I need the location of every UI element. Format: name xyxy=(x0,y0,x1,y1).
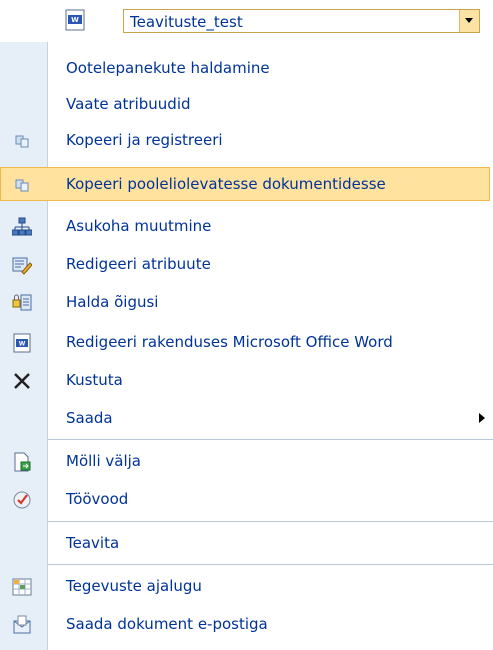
sitemap-icon xyxy=(12,217,32,236)
menu-item-label: Kustuta xyxy=(66,371,123,389)
menu-item-label: Teavita xyxy=(66,534,120,552)
copy-icon xyxy=(15,135,29,148)
menu-item-label: Saada dokument e-postiga xyxy=(66,615,268,633)
svg-text:W: W xyxy=(71,16,79,24)
history-icon xyxy=(12,578,32,596)
document-dropdown[interactable]: Teavituste_test xyxy=(123,9,480,33)
menu-item-send[interactable]: Saada xyxy=(0,401,493,437)
menu-separator xyxy=(48,521,493,522)
menu-item-label: Kopeeri ja registreeri xyxy=(66,131,223,149)
edit-properties-icon xyxy=(12,257,32,275)
title-bar: W Teavituste_test xyxy=(0,0,493,42)
permissions-icon xyxy=(12,294,32,311)
document-name: Teavituste_test xyxy=(130,13,243,31)
menu-item-label: Halda õigusi xyxy=(66,293,159,311)
menu-item-alert[interactable]: Teavita xyxy=(0,526,493,562)
menu-item-label: Töövood xyxy=(66,490,129,508)
menu-item-activity-history[interactable]: Tegevuste ajalugu xyxy=(0,569,493,605)
copy-icon xyxy=(15,179,29,192)
word-document-icon: W xyxy=(13,333,31,353)
menu-item-label: Mölli välja xyxy=(66,452,141,470)
chevron-down-icon[interactable] xyxy=(459,10,479,32)
workflow-icon xyxy=(13,491,31,509)
menu-item-label: Ootelepanekute haldamine xyxy=(66,59,270,77)
menu-item-manage-permissions[interactable]: Halda õigusi xyxy=(0,285,493,321)
menu-separator xyxy=(48,439,493,440)
email-document-icon xyxy=(13,615,31,634)
menu-item-check-out[interactable]: Mölli välja xyxy=(0,444,493,480)
menu-item-manage-holds[interactable]: Ootelepanekute haldamine xyxy=(0,51,493,87)
menu-item-label: Tegevuste ajalugu xyxy=(66,577,202,595)
menu-item-label: Saada xyxy=(66,409,113,427)
menu-item-delete[interactable]: Kustuta xyxy=(0,363,493,399)
menu-item-email-document[interactable]: Saada dokument e-postiga xyxy=(0,607,493,643)
word-document-icon: W xyxy=(65,9,85,31)
menu-item-label: Vaate atribuudid xyxy=(66,95,191,113)
menu-item-copy-register[interactable]: Kopeeri ja registreeri xyxy=(0,123,493,159)
menu-item-workflows[interactable]: Töövood xyxy=(0,482,493,518)
menu-item-edit-in-word[interactable]: W Redigeeri rakenduses Microsoft Office … xyxy=(0,325,493,361)
menu-separator xyxy=(48,564,493,565)
menu-item-copy-to-pending[interactable]: Kopeeri pooleliolevatesse dokumentidesse xyxy=(0,167,493,203)
menu-item-label: Redigeeri atribuute xyxy=(66,255,211,273)
menu-item-label: Kopeeri pooleliolevatesse dokumentidesse xyxy=(66,175,386,193)
menu-item-label: Redigeeri rakenduses Microsoft Office Wo… xyxy=(66,333,393,351)
context-menu: Ootelepanekute haldamine Vaate atribuudi… xyxy=(0,42,493,650)
delete-x-icon xyxy=(14,373,30,389)
menu-item-view-properties[interactable]: Vaate atribuudid xyxy=(0,87,493,123)
submenu-arrow-icon xyxy=(479,413,485,423)
menu-item-change-location[interactable]: Asukoha muutmine xyxy=(0,209,493,245)
checkout-icon xyxy=(14,452,31,472)
menu-item-edit-properties[interactable]: Redigeeri atribuute xyxy=(0,247,493,283)
menu-item-label: Asukoha muutmine xyxy=(66,217,212,235)
svg-text:W: W xyxy=(19,341,26,348)
